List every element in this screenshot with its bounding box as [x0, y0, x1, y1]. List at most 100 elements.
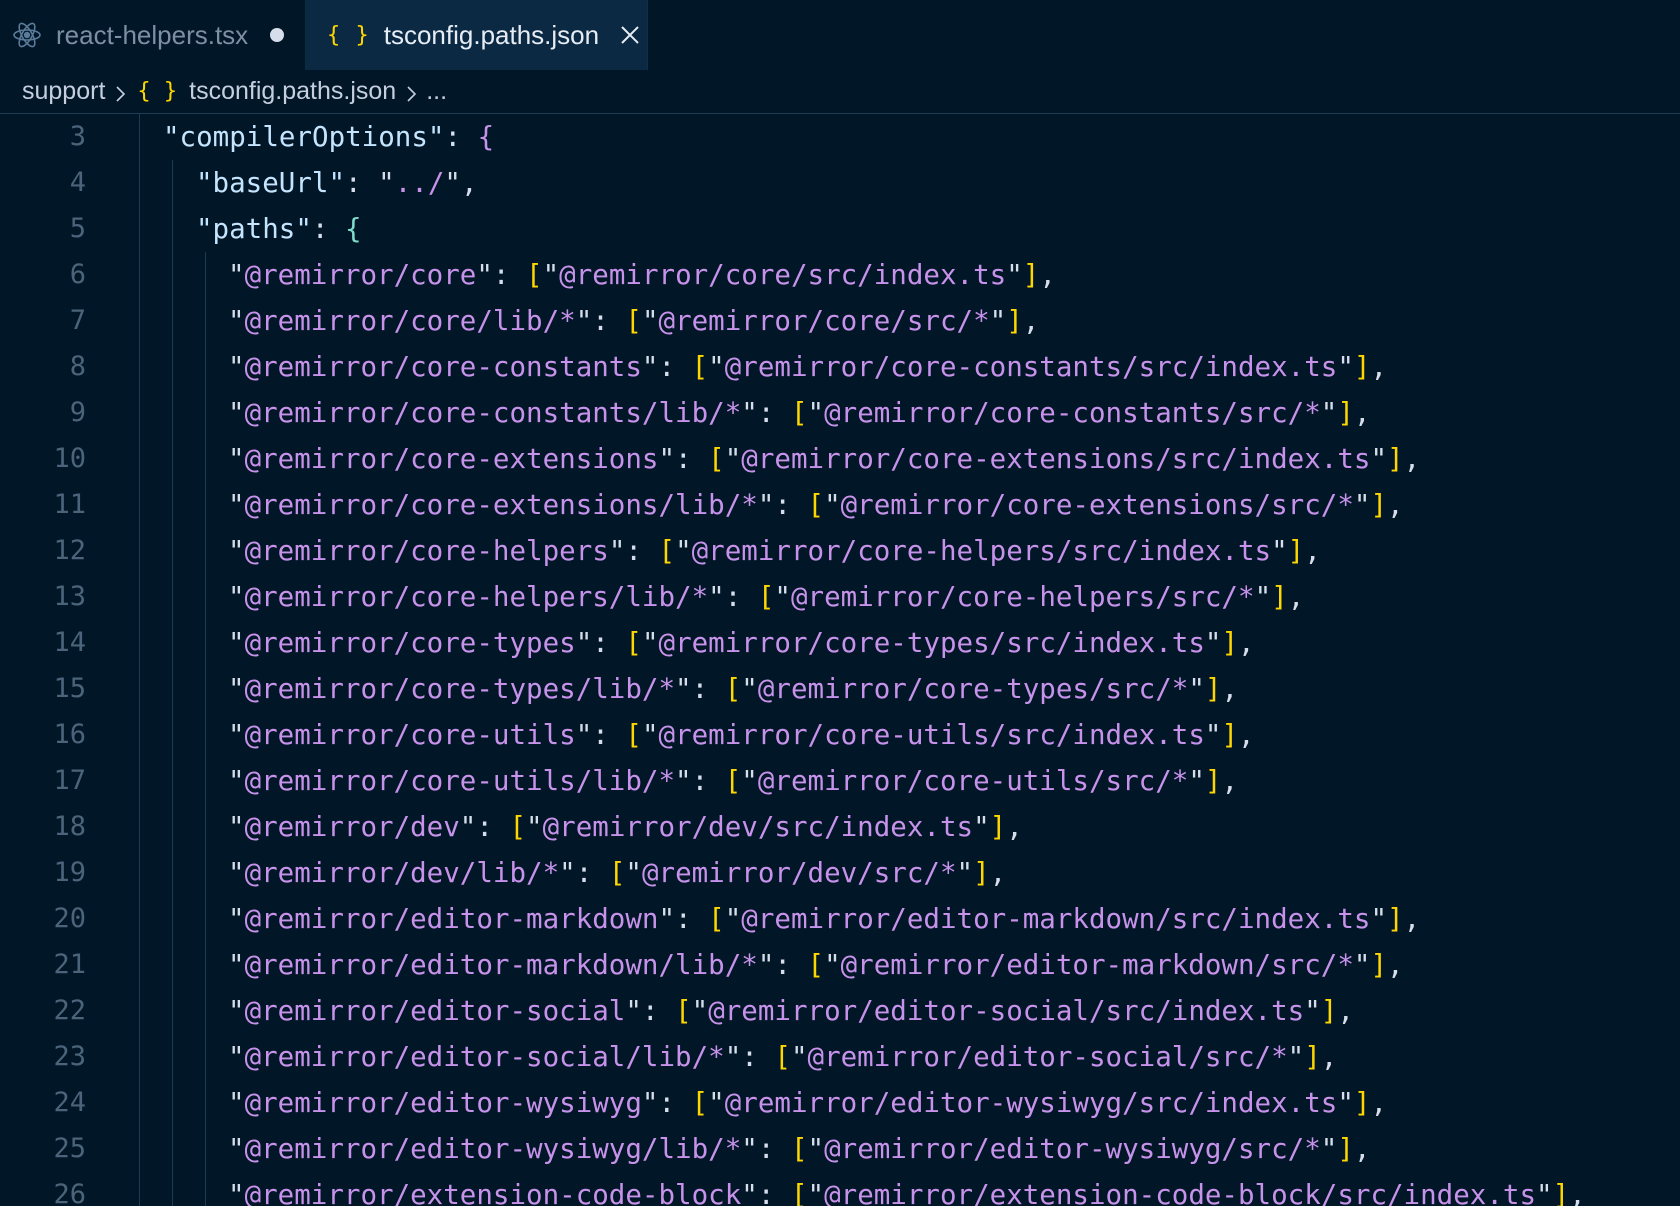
- close-icon[interactable]: [619, 24, 641, 46]
- code-token: ,: [1387, 949, 1404, 981]
- code-token: ": [973, 811, 990, 843]
- bracket: ]: [1353, 351, 1371, 383]
- breadcrumb-file[interactable]: tsconfig.paths.json: [189, 77, 396, 106]
- code-token: :: [625, 535, 659, 567]
- code-token: ": [790, 1041, 808, 1073]
- code-line[interactable]: 8 "@remirror/core-constants": ["@remirror…: [0, 344, 1680, 390]
- json-key: "compilerOptions": [163, 121, 445, 153]
- line-number: 4: [69, 167, 86, 198]
- json-key: @remirror/extension-code-block: [244, 1179, 742, 1206]
- code-token: ": [575, 627, 593, 659]
- json-string: @remirror/editor-wysiwyg/src/*: [824, 1133, 1321, 1165]
- code-token: ,: [1039, 259, 1056, 291]
- code-line[interactable]: 9 "@remirror/core-constants/lib/*": ["@re…: [0, 390, 1680, 436]
- json-string: @remirror/core-types/src/*: [757, 673, 1189, 705]
- code-line[interactable]: 25 "@remirror/editor-wysiwyg/lib/*": ["@r…: [0, 1126, 1680, 1172]
- code-line[interactable]: 13 "@remirror/core-helpers/lib/*": ["@rem…: [0, 574, 1680, 620]
- code-text: "baseUrl": "../",: [196, 160, 478, 206]
- json-key: @remirror/core-types: [244, 627, 576, 659]
- code-line[interactable]: 4 "baseUrl": "../",: [0, 160, 1680, 206]
- code-token: :: [675, 903, 709, 935]
- bracket: ]: [973, 857, 990, 889]
- code-token: ": [741, 765, 758, 797]
- json-string: @remirror/core-constants/src/index.ts: [724, 351, 1338, 383]
- code-line[interactable]: 15 "@remirror/core-types/lib/*": ["@remir…: [0, 666, 1680, 712]
- code-text: "@remirror/core-utils": ["@remirror/core…: [228, 712, 1255, 758]
- bracket: [: [708, 903, 725, 935]
- breadcrumb-folder[interactable]: support: [22, 77, 105, 106]
- code-token: ": [641, 305, 659, 337]
- code-line[interactable]: 3 "compilerOptions": {: [0, 114, 1680, 160]
- code-line[interactable]: 26 "@remirror/extension-code-block": ["@r…: [0, 1172, 1680, 1206]
- code-line[interactable]: 18 "@remirror/dev": ["@remirror/dev/src/i…: [0, 804, 1680, 850]
- code-editor[interactable]: 3 "compilerOptions": {4 "baseUrl": "../", 5…: [0, 114, 1680, 1206]
- code-token: ": [641, 627, 659, 659]
- code-token: ": [228, 535, 245, 567]
- code-line[interactable]: 7 "@remirror/core/lib/*": ["@remirror/cor…: [0, 298, 1680, 344]
- code-token: :: [741, 1041, 775, 1073]
- json-key: @remirror/core: [244, 259, 477, 291]
- bracket: [: [608, 857, 626, 889]
- tab-tsconfig-paths[interactable]: { } tsconfig.paths.json: [305, 0, 648, 70]
- code-token: ": [575, 719, 593, 751]
- unsaved-dot-icon[interactable]: [270, 28, 285, 42]
- line-number: 15: [53, 673, 86, 704]
- code-token: :: [757, 397, 791, 429]
- code-token: ": [228, 443, 245, 475]
- code-line[interactable]: 11 "@remirror/core-extensions/lib/*": ["@…: [0, 482, 1680, 528]
- code-token: ,: [1370, 351, 1388, 383]
- code-text: "@remirror/core-constants/lib/*": ["@rem…: [228, 390, 1370, 436]
- code-line[interactable]: 5 "paths": {: [0, 206, 1680, 252]
- code-token: ,: [1403, 443, 1421, 475]
- code-token: :: [658, 351, 692, 383]
- json-string: @remirror/core/src/index.ts: [559, 259, 1007, 291]
- code-token: ": [575, 305, 593, 337]
- code-line[interactable]: 20 "@remirror/editor-markdown": ["@remirr…: [0, 896, 1680, 942]
- code-text: "@remirror/editor-social/lib/*": ["@remi…: [228, 1034, 1337, 1080]
- code-line[interactable]: 17 "@remirror/core-utils/lib/*": ["@remir…: [0, 758, 1680, 804]
- code-token: :: [691, 673, 725, 705]
- code-token: ": [476, 259, 493, 291]
- code-token: ": [228, 673, 245, 705]
- json-string: @remirror/core-extensions/src/*: [840, 489, 1354, 521]
- code-line[interactable]: 14 "@remirror/core-types": ["@remirror/co…: [0, 620, 1680, 666]
- json-key: @remirror/editor-markdown: [244, 903, 659, 935]
- code-line[interactable]: 10 "@remirror/core-extensions": ["@remirr…: [0, 436, 1680, 482]
- code-token: ": [691, 995, 709, 1027]
- tab-react-helpers[interactable]: react-helpers.tsx: [0, 0, 304, 70]
- code-line[interactable]: 19 "@remirror/dev/lib/*": ["@remirror/dev…: [0, 850, 1680, 896]
- code-text: "@remirror/core/lib/*": ["@remirror/core…: [228, 298, 1039, 344]
- code-token: ": [675, 673, 692, 705]
- code-token: ": [1188, 765, 1205, 797]
- json-braces-icon: { }: [137, 79, 178, 104]
- code-token: ": [228, 1041, 245, 1073]
- code-token: :: [658, 1087, 692, 1119]
- bracket: ]: [1387, 903, 1404, 935]
- json-key: @remirror/core-utils: [244, 719, 576, 751]
- bracket: [: [757, 581, 775, 613]
- code-token: :: [592, 627, 626, 659]
- code-token: ": [1320, 1133, 1338, 1165]
- code-token: ": [228, 949, 245, 981]
- code-token: ": [1188, 673, 1205, 705]
- code-line[interactable]: 24 "@remirror/editor-wysiwyg": ["@remirro…: [0, 1080, 1680, 1126]
- code-line[interactable]: 23 "@remirror/editor-social/lib/*": ["@re…: [0, 1034, 1680, 1080]
- breadcrumb-more[interactable]: ...: [426, 77, 447, 106]
- line-number: 5: [69, 213, 86, 244]
- code-line[interactable]: 16 "@remirror/core-utils": ["@remirror/co…: [0, 712, 1680, 758]
- bracket: [: [807, 489, 825, 521]
- code-line[interactable]: 22 "@remirror/editor-social": ["@remirror…: [0, 988, 1680, 1034]
- code-line[interactable]: 12 "@remirror/core-helpers": ["@remirror/…: [0, 528, 1680, 574]
- code-token: ": [1370, 443, 1388, 475]
- code-token: ,: [1387, 489, 1404, 521]
- code-token: ": [641, 1087, 659, 1119]
- tab-label: react-helpers.tsx: [56, 19, 249, 50]
- bracket: ]: [1337, 397, 1354, 429]
- code-token: ": [1204, 627, 1222, 659]
- code-text: "@remirror/editor-social": ["@remirror/e…: [228, 988, 1354, 1034]
- code-line[interactable]: 6 "@remirror/core": ["@remirror/core/src/…: [0, 252, 1680, 298]
- code-token: ": [741, 673, 758, 705]
- code-token: ,: [989, 857, 1007, 889]
- code-line[interactable]: 21 "@remirror/editor-markdown/lib/*": ["@…: [0, 942, 1680, 988]
- code-token: :: [724, 581, 758, 613]
